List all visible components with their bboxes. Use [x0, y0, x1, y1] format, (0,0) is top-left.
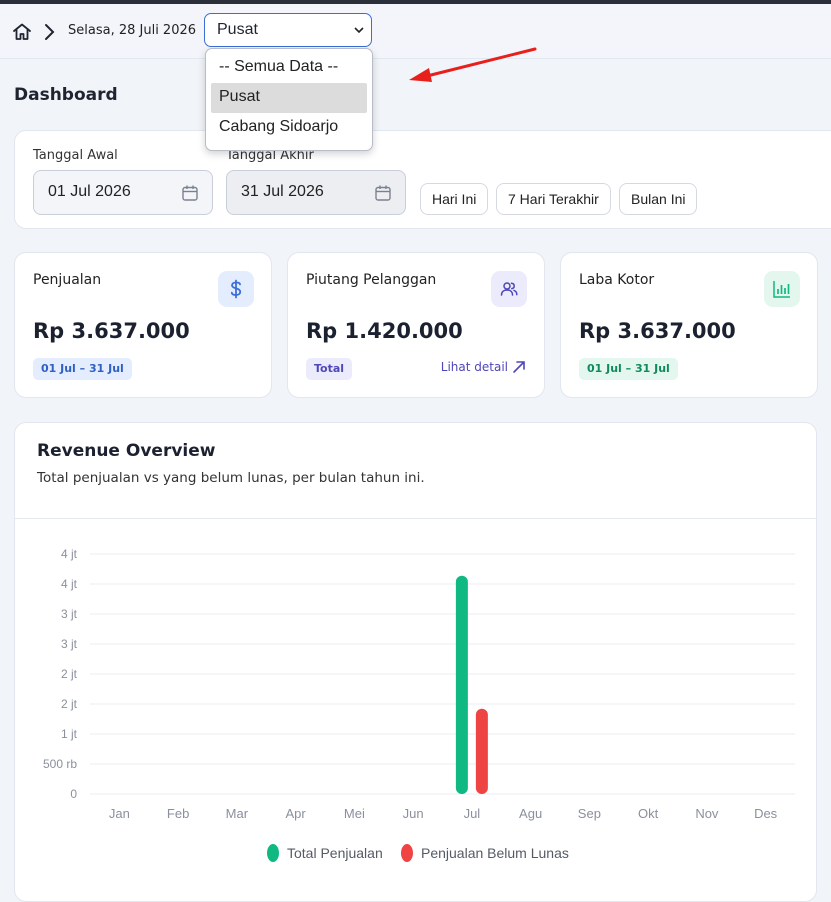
chart-subtitle: Total penjualan vs yang belum lunas, per…	[37, 470, 425, 486]
receivables-total-badge: Total	[306, 358, 353, 380]
bar-chart-icon	[764, 271, 800, 307]
legend-label: Total Penjualan	[287, 845, 383, 861]
users-icon	[491, 271, 527, 307]
page-title: Dashboard	[14, 85, 118, 105]
filter-this-month-button[interactable]: Bulan Ini	[619, 183, 698, 215]
end-date-value: 31 Jul 2026	[241, 183, 324, 200]
gross-profit-card-value: Rp 3.637.000	[579, 319, 736, 343]
gross-profit-period-badge: 01 Jul – 31 Jul	[579, 358, 678, 380]
y-tick-label: 3 jt	[61, 607, 78, 621]
bar-belum-lunas	[475, 708, 488, 794]
x-tick-label: Mei	[344, 806, 365, 821]
legend-label: Penjualan Belum Lunas	[421, 845, 569, 861]
x-tick-label: Okt	[638, 806, 659, 821]
start-date-input[interactable]: 01 Jul 2026	[33, 170, 213, 215]
calendar-icon	[375, 185, 391, 201]
view-detail-label: Lihat detail	[440, 360, 508, 374]
y-tick-label: 4 jt	[61, 577, 78, 591]
receivables-card-value: Rp 1.420.000	[306, 319, 463, 343]
y-tick-label: 4 jt	[61, 547, 78, 561]
sales-card: Penjualan Rp 3.637.000 01 Jul – 31 Jul	[14, 252, 272, 398]
receivables-card: Piutang Pelanggan Rp 1.420.000 Total Lih…	[287, 252, 545, 398]
revenue-overview-card: Revenue Overview Total penjualan vs yang…	[14, 422, 817, 902]
x-tick-label: Jan	[109, 806, 130, 821]
legend-marker	[267, 844, 279, 862]
chevron-down-icon	[354, 27, 364, 34]
revenue-chart: 0 500 rb 1 jt 2 jt 2 jt 3 jt 3 jt 4 jt 4 jt Jan Fe…	[43, 547, 795, 862]
date-filter-card: Tanggal Awal 01 Jul 2026 Tanggal Akhir 3…	[14, 130, 831, 229]
y-tick-label: 3 jt	[61, 637, 78, 651]
x-tick-label: Feb	[167, 806, 189, 821]
chevron-right-icon	[45, 24, 55, 40]
annotation-arrow	[409, 47, 537, 82]
branch-option-all[interactable]: -- Semua Data --	[211, 53, 367, 83]
x-tick-label: Des	[754, 806, 778, 821]
y-tick-label: 1 jt	[61, 727, 78, 741]
legend-marker	[401, 844, 413, 862]
x-tick-label: Apr	[286, 806, 307, 821]
sales-card-value: Rp 3.637.000	[33, 319, 190, 343]
gross-profit-card-title: Laba Kotor	[579, 272, 655, 288]
current-date: Selasa, 28 Juli 2026	[68, 23, 197, 38]
x-tick-label: Nov	[695, 806, 719, 821]
branch-select-value: Pusat	[217, 21, 258, 38]
filter-today-button[interactable]: Hari Ini	[420, 183, 489, 215]
x-tick-label: Agu	[519, 806, 542, 821]
start-date-label: Tanggal Awal	[33, 148, 118, 163]
y-tick-label: 2 jt	[61, 697, 78, 711]
end-date-input[interactable]: 31 Jul 2026	[226, 170, 406, 215]
y-tick-label: 0	[70, 787, 77, 801]
branch-option-pusat[interactable]: Pusat	[211, 83, 367, 113]
x-tick-label: Mar	[226, 806, 249, 821]
calendar-icon	[182, 185, 198, 201]
x-tick-label: Sep	[578, 806, 601, 821]
y-tick-label: 2 jt	[61, 667, 78, 681]
bar-total-penjualan	[455, 575, 468, 794]
chart-title: Revenue Overview	[37, 441, 216, 461]
branch-select[interactable]: Pusat	[204, 13, 372, 47]
filter-7-days-button[interactable]: 7 Hari Terakhir	[496, 183, 611, 215]
home-icon[interactable]	[12, 22, 32, 42]
branch-option-sidoarjo[interactable]: Cabang Sidoarjo	[211, 113, 367, 143]
sales-card-title: Penjualan	[33, 272, 102, 288]
sales-period-badge: 01 Jul – 31 Jul	[33, 358, 132, 380]
y-tick-label: 500 rb	[43, 757, 77, 771]
start-date-value: 01 Jul 2026	[48, 183, 131, 200]
x-tick-label: Jul	[464, 806, 481, 821]
branch-dropdown-menu: -- Semua Data -- Pusat Cabang Sidoarjo	[205, 48, 373, 151]
arrow-up-right-icon	[513, 361, 525, 373]
dollar-icon	[218, 271, 254, 307]
gross-profit-card: Laba Kotor Rp 3.637.000 01 Jul – 31 Jul	[560, 252, 818, 398]
x-tick-label: Jun	[403, 806, 424, 821]
receivables-card-title: Piutang Pelanggan	[306, 272, 437, 288]
view-detail-link[interactable]: Lihat detail	[441, 360, 526, 374]
